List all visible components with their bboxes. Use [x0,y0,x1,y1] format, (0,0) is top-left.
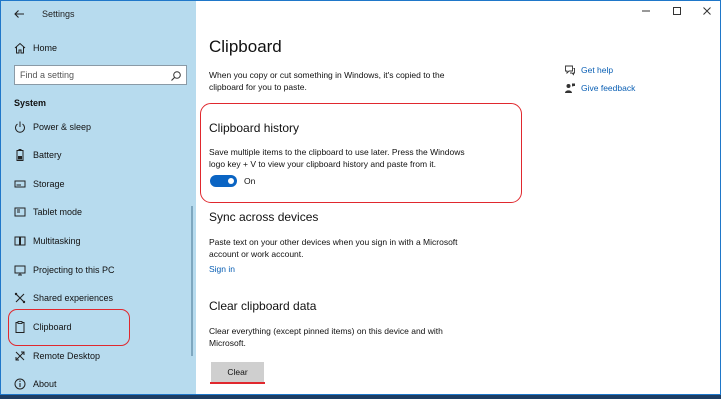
back-arrow-icon [14,10,24,18]
sidebar-item-label: Power & sleep [33,122,92,132]
minimize-icon [642,10,650,12]
intro-text: When you copy or cut something in Window… [209,70,445,92]
title-bar: Settings [1,1,196,27]
close-button[interactable] [699,5,715,21]
feedback-person-icon [564,82,576,94]
search-input[interactable] [20,68,170,82]
sidebar-item-label: Projecting to this PC [33,265,115,275]
projecting-icon [13,263,27,277]
clear-data-description: Clear everything (except pinned items) o… [209,326,443,348]
sidebar-item-label: Multitasking [33,236,81,246]
clipboard-history-toggle[interactable] [210,175,237,187]
window-controls [632,1,720,25]
sidebar-item-shared-experiences[interactable]: Shared experiences [1,287,191,309]
sidebar-item-tablet-mode[interactable]: Tablet mode [1,201,191,223]
sidebar-item-label: Remote Desktop [33,351,101,361]
clipboard-highlight-annotation [8,309,130,346]
taskbar-strip [0,395,721,399]
sidebar-item-remote-desktop[interactable]: Remote Desktop [1,345,191,367]
close-icon [703,7,711,15]
clear-data-heading: Clear clipboard data [209,299,317,313]
sidebar-item-projecting[interactable]: Projecting to this PC [1,259,191,281]
info-icon [13,377,27,391]
maximize-button[interactable] [669,5,685,21]
sync-description: Paste text on your other devices when yo… [209,237,458,259]
multitasking-icon [13,234,27,248]
clear-button[interactable]: Clear [211,362,264,382]
sidebar-item-label: Shared experiences [33,293,114,303]
section-title: System [14,98,47,108]
tablet-icon [13,205,27,219]
clipboard-history-description: Save multiple items to the clipboard to … [209,147,465,169]
back-button[interactable] [9,5,29,23]
toggle-knob [228,178,234,184]
sidebar-item-power-sleep[interactable]: Power & sleep [1,116,191,138]
clipboard-history-heading: Clipboard history [209,121,300,135]
sync-heading: Sync across devices [209,210,319,224]
search-icon[interactable] [170,69,182,81]
help-chat-icon [564,64,576,76]
get-help-label: Get help [581,65,614,75]
battery-icon [13,148,27,162]
app-title: Settings [42,9,75,19]
sidebar-item-multitasking[interactable]: Multitasking [1,230,191,252]
sidebar-item-label: Storage [33,179,65,189]
remote-desktop-icon [13,349,27,363]
search-box[interactable] [14,65,187,85]
shared-icon [13,291,27,305]
sidebar-item-about[interactable]: About [1,373,191,394]
sidebar-item-label: Home [33,43,58,53]
home-icon [13,41,27,55]
power-icon [13,120,27,134]
main-content: Clipboard When you copy or cut something… [196,1,720,394]
sidebar-item-battery[interactable]: Battery [1,144,191,166]
sidebar-scrollbar[interactable] [191,206,193,356]
give-feedback-label: Give feedback [581,83,636,93]
sidebar-item-label: About [33,379,57,389]
sidebar-item-label: Tablet mode [33,207,83,217]
clear-underline-annotation [210,382,265,384]
sign-in-link[interactable]: Sign in [209,264,235,274]
minimize-button[interactable] [638,5,654,21]
sidebar-item-label: Battery [33,150,62,160]
sidebar-item-home[interactable]: Home [1,38,196,58]
sidebar: Settings Home System Power & sleep [1,1,196,394]
settings-window: Settings Home System Power & sleep [0,0,721,395]
maximize-icon [673,7,681,15]
storage-icon [13,177,27,191]
page-title: Clipboard [209,37,282,56]
toggle-state-label: On [244,176,256,186]
sidebar-item-storage[interactable]: Storage [1,173,191,195]
